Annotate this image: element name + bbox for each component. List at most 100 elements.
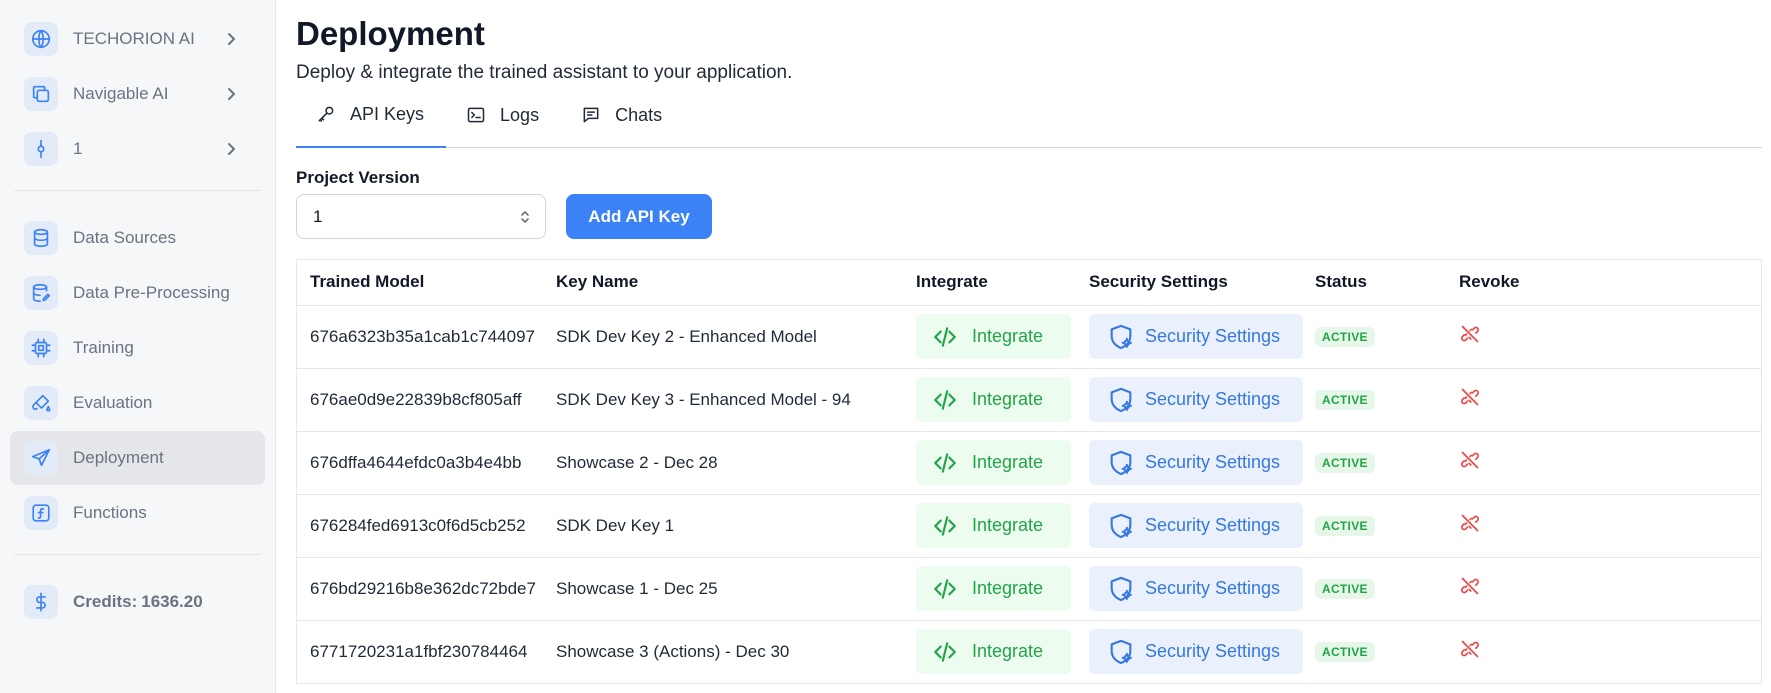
- security-settings-cell: Security Settings: [1076, 305, 1303, 369]
- chevron-right-icon: [228, 33, 235, 45]
- add-api-key-button[interactable]: Add API Key: [566, 194, 712, 239]
- sidebar: TECHORION AI Navigable AI 1 Data Sources: [0, 0, 276, 693]
- sidebar-item-functions[interactable]: Functions: [10, 486, 265, 540]
- sidebar-item-evaluation[interactable]: Evaluation: [10, 376, 265, 430]
- security-settings-button[interactable]: Security Settings: [1089, 566, 1303, 611]
- unlink-icon[interactable]: [1460, 324, 1480, 344]
- security-settings-button[interactable]: Security Settings: [1089, 377, 1303, 422]
- code-icon: [934, 642, 956, 662]
- status-badge: ACTIVE: [1315, 516, 1375, 536]
- dollar-icon: [24, 585, 58, 619]
- globe-icon: [24, 22, 58, 56]
- app-root: TECHORION AI Navigable AI 1 Data Sources: [0, 0, 1771, 693]
- revoke-cell: [1446, 557, 1761, 621]
- shield-gear-icon: [1110, 639, 1132, 664]
- unlink-icon[interactable]: [1460, 387, 1480, 407]
- trained-model-cell: 676284fed6913c0f6d5cb252: [297, 494, 543, 558]
- integrate-button[interactable]: Integrate: [916, 629, 1071, 675]
- code-icon: [934, 452, 956, 473]
- status-badge: ACTIVE: [1315, 579, 1375, 599]
- database-edit-icon: [24, 276, 58, 310]
- revoke-cell: [1446, 368, 1761, 432]
- main-content: Deployment Deploy & integrate the traine…: [276, 0, 1771, 693]
- credits-label: Credits:: [73, 592, 138, 611]
- revoke-cell: [1446, 620, 1761, 683]
- credits-display: Credits: 1636.20: [10, 575, 265, 629]
- security-settings-button[interactable]: Security Settings: [1089, 503, 1303, 548]
- shield-gear-icon: [1110, 450, 1132, 475]
- integrate-cell: Integrate: [903, 368, 1076, 432]
- chevron-up-down-icon: [521, 210, 529, 223]
- table-row: 676bd29216b8e362dc72bde7 Showcase 1 - De…: [297, 557, 1761, 621]
- tab-chats[interactable]: Chats: [561, 92, 684, 148]
- sidebar-context-organization[interactable]: TECHORION AI: [10, 12, 265, 66]
- integrate-button[interactable]: Integrate: [916, 314, 1071, 359]
- sidebar-item-training[interactable]: Training: [10, 321, 265, 375]
- key-name-cell: SDK Dev Key 2 - Enhanced Model: [543, 305, 903, 369]
- brush-icon: [24, 386, 58, 420]
- integrate-button[interactable]: Integrate: [916, 566, 1071, 611]
- revoke-cell: [1446, 431, 1761, 495]
- key-icon: [318, 106, 334, 122]
- trained-model-cell: 676bd29216b8e362dc72bde7: [297, 557, 543, 621]
- integrate-button[interactable]: Integrate: [916, 440, 1071, 485]
- chevron-right-icon: [228, 88, 235, 100]
- sidebar-item-deployment[interactable]: Deployment: [10, 431, 265, 485]
- column-header-key-name: Key Name: [543, 260, 903, 306]
- integrate-cell: Integrate: [903, 305, 1076, 369]
- security-settings-button[interactable]: Security Settings: [1089, 314, 1303, 359]
- project-version-select[interactable]: 1: [296, 194, 546, 239]
- security-settings-label: Security Settings: [1145, 641, 1281, 662]
- security-settings-cell: Security Settings: [1076, 431, 1303, 495]
- page-title: Deployment: [296, 15, 485, 52]
- tab-label: Logs: [500, 104, 540, 125]
- key-name-cell: SDK Dev Key 3 - Enhanced Model - 94: [543, 368, 903, 432]
- shield-gear-icon: [1110, 387, 1132, 412]
- controls-row: 1 Add API Key: [296, 194, 1755, 239]
- unlink-icon[interactable]: [1460, 513, 1480, 533]
- sidebar-item-label: Evaluation: [73, 393, 153, 412]
- table-row: 676dffa4644efdc0a3b4e4bb Showcase 2 - De…: [297, 431, 1761, 495]
- sidebar-item-data-pre-processing[interactable]: Data Pre-Processing: [10, 266, 265, 320]
- security-settings-button[interactable]: Security Settings: [1089, 629, 1303, 675]
- sidebar-item-label: Functions: [73, 503, 147, 522]
- unlink-icon[interactable]: [1460, 450, 1480, 470]
- sidebar-context-label: Navigable AI: [73, 84, 169, 103]
- unlink-icon[interactable]: [1460, 639, 1480, 659]
- tab-logs[interactable]: Logs: [446, 92, 561, 148]
- sidebar-item-data-sources[interactable]: Data Sources: [10, 211, 265, 265]
- tab-api-keys[interactable]: API Keys: [296, 92, 447, 148]
- integrate-button[interactable]: Integrate: [916, 377, 1071, 422]
- sidebar-item-label: Deployment: [73, 448, 164, 467]
- copy-icon: [24, 77, 58, 111]
- security-settings-label: Security Settings: [1145, 452, 1281, 472]
- security-settings-cell: Security Settings: [1076, 620, 1303, 683]
- revoke-cell: [1446, 494, 1761, 558]
- security-settings-button[interactable]: Security Settings: [1089, 440, 1303, 485]
- security-settings-cell: Security Settings: [1076, 368, 1303, 432]
- code-icon: [934, 326, 956, 347]
- status-badge: ACTIVE: [1315, 390, 1375, 410]
- integrate-button[interactable]: Integrate: [916, 503, 1071, 548]
- sidebar-context-project[interactable]: Navigable AI: [10, 67, 265, 121]
- sidebar-context-label: 1: [73, 139, 83, 158]
- security-settings-label: Security Settings: [1145, 389, 1281, 409]
- commit-icon: [24, 132, 58, 166]
- tab-bar: API Keys Logs Chats: [296, 92, 1762, 148]
- key-name-cell: Showcase 3 (Actions) - Dec 30: [556, 641, 790, 661]
- security-settings-cell: Security Settings: [1076, 494, 1303, 558]
- integrate-label: Integrate: [972, 452, 1044, 472]
- sidebar-context-label: TECHORION AI: [73, 29, 195, 48]
- status-cell: ACTIVE: [1302, 620, 1446, 683]
- unlink-icon[interactable]: [1460, 576, 1480, 596]
- table-row: 6771720231a1fbf230784464 Showcase 3 (Act…: [297, 620, 1761, 683]
- trained-model-cell: 676dffa4644efdc0a3b4e4bb: [297, 431, 543, 495]
- sidebar-context-version[interactable]: 1: [10, 122, 265, 176]
- code-icon: [934, 515, 956, 536]
- sidebar-item-label: Data Pre-Processing: [73, 283, 230, 302]
- status-cell: ACTIVE: [1302, 494, 1446, 558]
- key-name-cell: Showcase 2 - Dec 28: [543, 431, 903, 495]
- project-version-value: 1: [313, 206, 323, 226]
- key-name-cell: SDK Dev Key 1: [543, 494, 903, 558]
- column-header-trained-model: Trained Model: [297, 260, 543, 306]
